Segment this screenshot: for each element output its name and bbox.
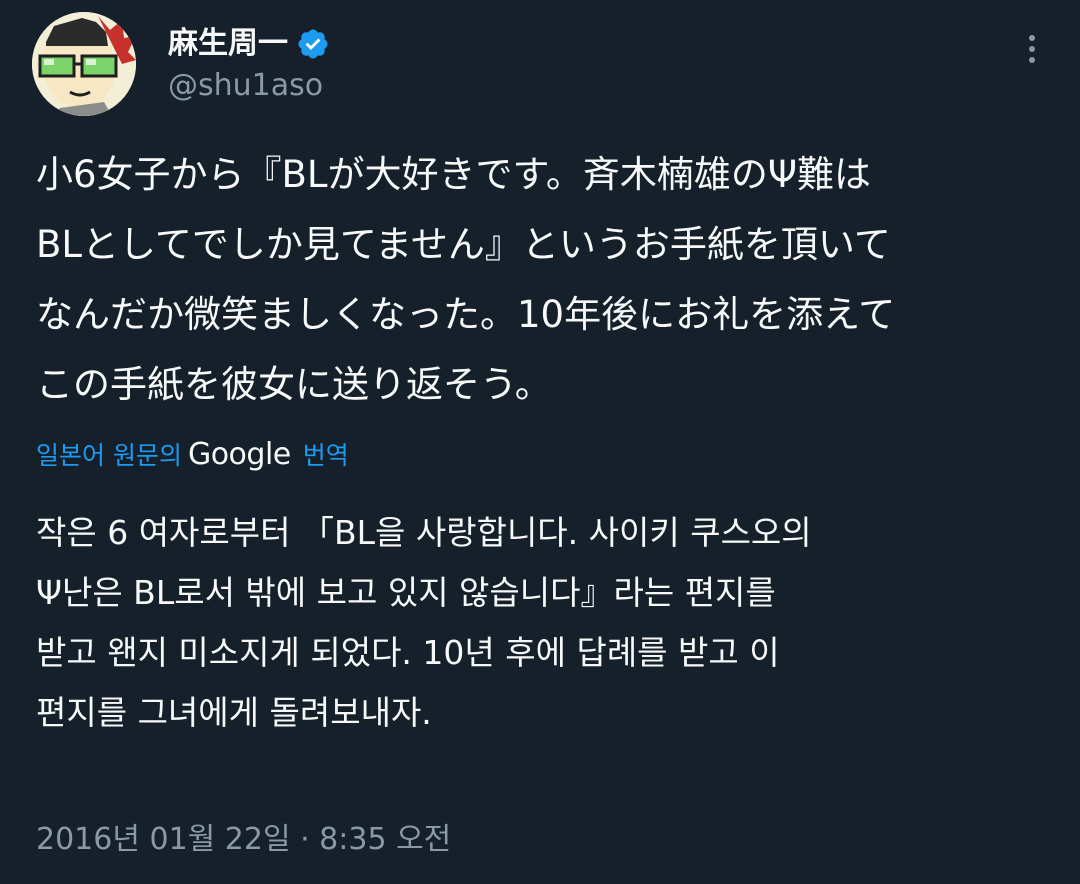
translation-link-prefix[interactable]: 일본어 원문의 — [36, 436, 182, 472]
tweet-text-line: BLとしてでしか見てません』というお手紙を頂いて — [36, 223, 891, 266]
translated-text-line: 편지를 그녀에게 돌려보내자. — [36, 693, 432, 732]
avatar-illustration — [32, 12, 136, 116]
google-logo: Google — [187, 436, 291, 472]
more-options-icon[interactable] — [1022, 32, 1042, 72]
tweet-timestamp[interactable]: 2016년 01월 22일 · 8:35 오전 — [36, 816, 451, 864]
translated-text-line: 받고 왠지 미소지게 되었다. 10년 후에 답례를 받고 이 — [36, 633, 780, 672]
tweet-text: 小6女子から『BLが大好きです。斉木楠雄のΨ難は BLとしてでしか見てません』と… — [36, 140, 1046, 420]
tweet-text-line: なんだか微笑ましくなった。10年後にお礼を添えて — [36, 293, 896, 336]
translated-text-line: Ψ난은 BL로서 밖에 보고 있지 않습니다』라는 편지를 — [36, 573, 776, 612]
tweet-header: 麻生周一 @shu1aso — [32, 12, 1048, 116]
translated-text: 작은 6 여자로부터 「BL을 사랑합니다. 사이키 쿠스오의 Ψ난은 BL로서… — [36, 503, 1046, 743]
display-name[interactable]: 麻生周一 — [168, 22, 288, 66]
verified-badge-icon — [296, 27, 330, 61]
translation-link-suffix[interactable]: 번역 — [303, 436, 349, 472]
tweet-text-line: この手紙を彼女に送り返そう。 — [36, 363, 552, 406]
translated-text-line: 작은 6 여자로부터 「BL을 사랑합니다. 사이키 쿠스오의 — [36, 513, 812, 552]
avatar[interactable] — [32, 12, 136, 116]
name-row: 麻生周一 — [168, 22, 330, 66]
handle[interactable]: @shu1aso — [168, 66, 323, 106]
translation-attribution[interactable]: 일본어 원문의 Google 번역 — [36, 432, 349, 476]
tweet-text-line: 小6女子から『BLが大好きです。斉木楠雄のΨ難は — [36, 153, 871, 196]
